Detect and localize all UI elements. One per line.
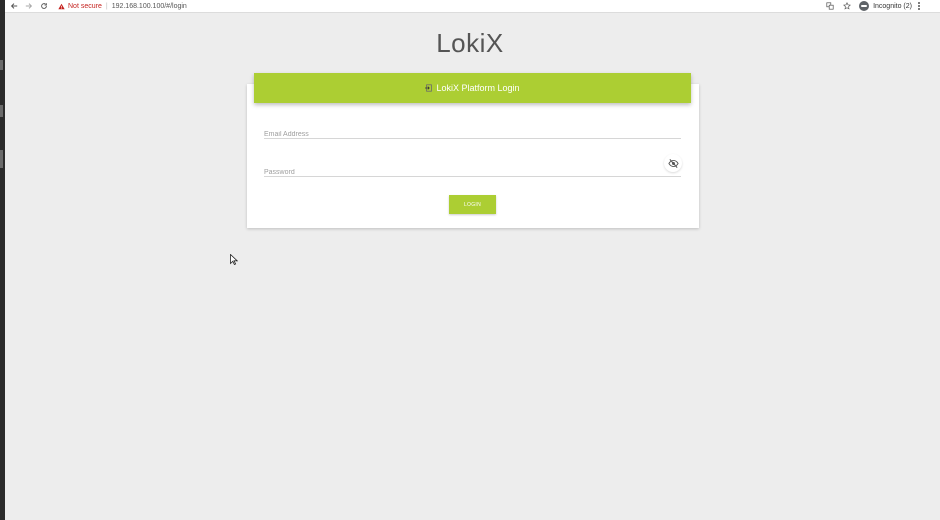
arrow-left-icon [10, 3, 18, 9]
browser-actions: Incognito (2) [817, 1, 920, 11]
login-card-title: LokiX Platform Login [436, 83, 520, 93]
star-icon [842, 2, 851, 10]
reload-button[interactable] [38, 0, 50, 12]
address-bar[interactable]: Not secure | 192.168.100.100/#/login [58, 1, 187, 12]
strip-mark [0, 60, 3, 70]
visibility-off-icon [667, 158, 679, 168]
arrow-right-icon [25, 3, 33, 9]
strip-mark [0, 105, 3, 117]
login-icon [425, 84, 433, 92]
mouse-pointer-icon [230, 254, 238, 265]
url-text[interactable]: 192.168.100.100/#/login [112, 3, 187, 10]
browser-toolbar: Not secure | 192.168.100.100/#/login Inc… [5, 0, 940, 13]
forward-button[interactable] [23, 0, 35, 12]
translate-icon [826, 2, 834, 10]
login-card-header: LokiX Platform Login [254, 73, 691, 103]
email-field[interactable] [264, 123, 681, 142]
password-field[interactable] [264, 161, 681, 180]
security-status[interactable]: Not secure [68, 3, 102, 10]
bookmark-button[interactable] [842, 2, 851, 11]
address-separator: | [105, 2, 108, 10]
password-input[interactable] [264, 165, 681, 180]
desktop-side-strip [0, 0, 5, 520]
incognito-indicator[interactable]: Incognito (2) [859, 1, 912, 11]
app-title: LokiX [436, 28, 504, 58]
more-vert-icon[interactable] [918, 2, 920, 10]
warning-triangle-icon[interactable] [58, 3, 65, 10]
back-button[interactable] [8, 0, 20, 12]
login-button[interactable]: LOGIN [449, 195, 496, 214]
incognito-label: Incognito (2) [873, 2, 912, 10]
email-input[interactable] [264, 127, 681, 142]
strip-mark [0, 150, 3, 168]
translate-button[interactable] [825, 2, 834, 11]
reload-icon [41, 3, 47, 9]
toggle-password-visibility-button[interactable] [664, 154, 682, 172]
incognito-icon [859, 1, 870, 11]
